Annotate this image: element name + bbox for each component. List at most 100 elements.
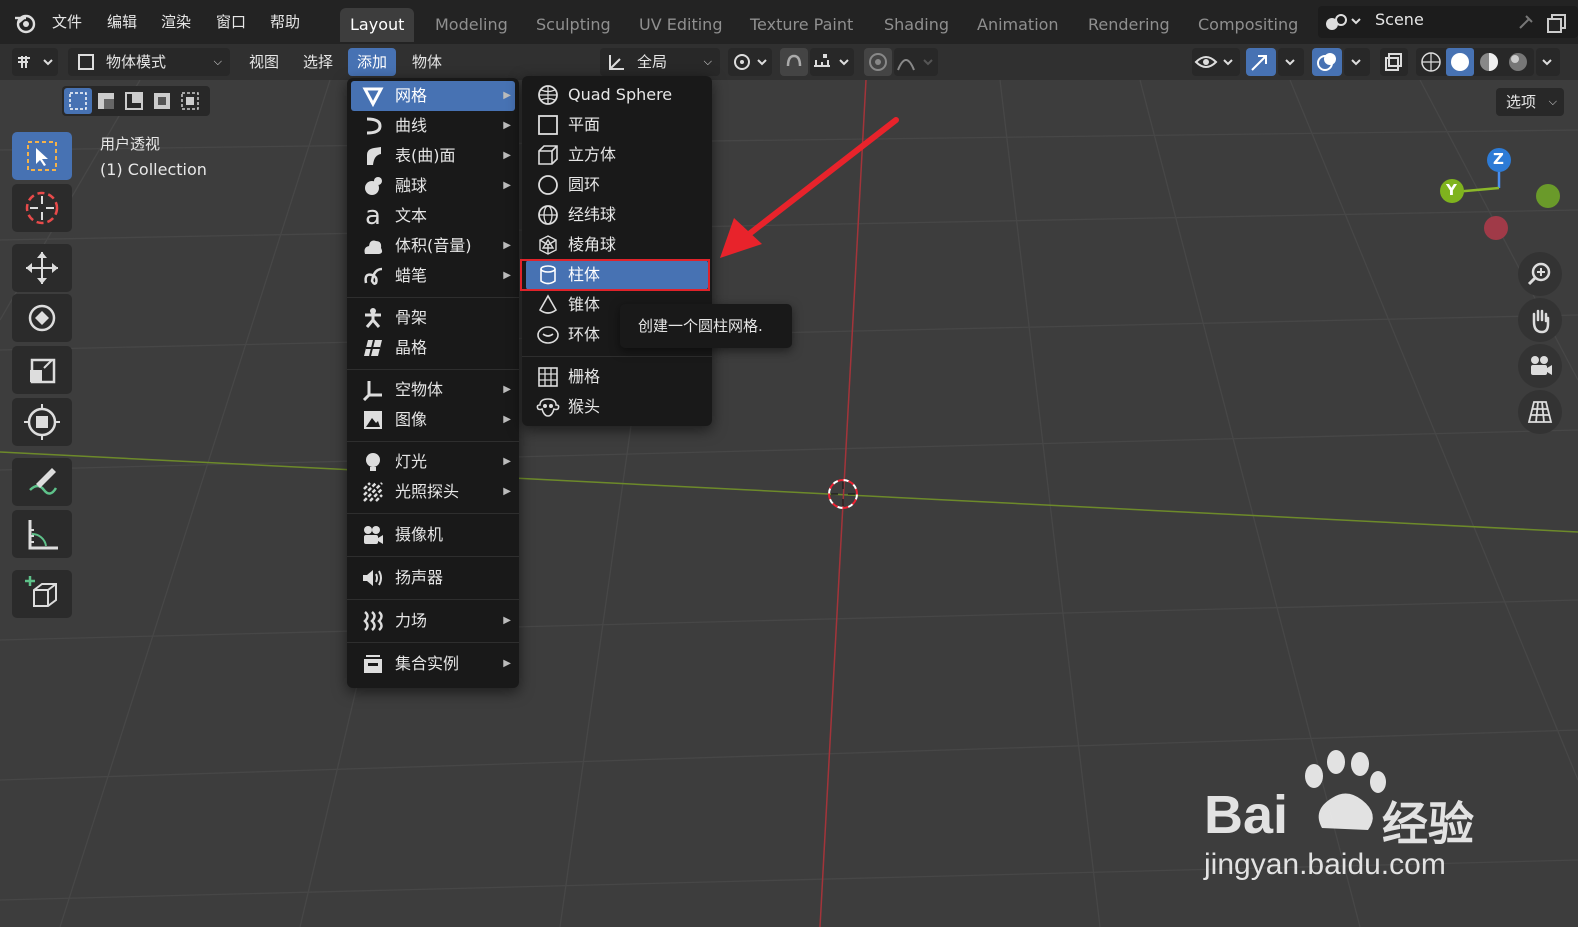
tab-modeling[interactable]: Modeling [425, 8, 518, 42]
scale-tool[interactable] [12, 346, 72, 394]
collection-name: (1) Collection [100, 160, 207, 179]
tab-rendering[interactable]: Rendering [1078, 8, 1180, 42]
pin-icon[interactable] [1516, 12, 1536, 32]
add-menu-item-empty[interactable]: 空物体 ▶ [351, 375, 515, 405]
measure-tool[interactable] [12, 510, 72, 558]
mesh-item-quad-sphere[interactable]: Quad Sphere [526, 80, 708, 110]
shading-mode-group[interactable] [1416, 48, 1534, 76]
proportional-falloff-dropdown[interactable] [894, 48, 938, 76]
shading-dropdown[interactable] [1536, 48, 1560, 76]
light-probe-icon [361, 481, 385, 503]
transform-orientation-dropdown[interactable]: 全局 ⌵ [600, 48, 720, 76]
add-menu-item-light[interactable]: 灯光 ▶ [351, 447, 515, 477]
add-menu-item-volume[interactable]: 体积(音量) ▶ [351, 231, 515, 261]
add-menu-item-collection-instance[interactable]: 集合实例 ▶ [351, 649, 515, 679]
grease-pencil-icon [361, 265, 385, 287]
mesh-item-cube[interactable]: 立方体 [526, 140, 708, 170]
menu-window[interactable]: 窗口 [216, 6, 246, 38]
grid-icon [536, 366, 560, 388]
transform-tool[interactable] [12, 398, 72, 446]
add-menu-item-image[interactable]: 图像 ▶ [351, 405, 515, 435]
tab-animation[interactable]: Animation [967, 8, 1069, 42]
scene-name[interactable]: Scene [1375, 10, 1424, 29]
menu-help[interactable]: 帮助 [270, 6, 300, 38]
tab-shading[interactable]: Shading [874, 8, 959, 42]
add-menu-item-camera[interactable]: 摄像机 [351, 520, 515, 550]
volume-icon [361, 235, 385, 257]
empty-icon [361, 379, 385, 401]
menu-select[interactable]: 选择 [294, 48, 342, 76]
camera-view-icon[interactable] [1518, 344, 1562, 388]
add-cube-tool[interactable] [12, 570, 72, 618]
3d-cursor[interactable] [826, 477, 860, 511]
visibility-dropdown[interactable] [1192, 48, 1240, 76]
tab-compositing[interactable]: Compositing [1188, 8, 1308, 42]
monkey-icon [536, 396, 560, 418]
add-menu-item-grease-pencil[interactable]: 蜡笔 ▶ [351, 261, 515, 291]
gizmo-dropdown[interactable] [1278, 48, 1304, 76]
snap-target-dropdown[interactable] [810, 48, 854, 76]
tab-sculpting[interactable]: Sculpting [526, 8, 621, 42]
add-menu-item-surface[interactable]: 表(曲)面 ▶ [351, 141, 515, 171]
chevron-down-icon: ⌵ [1548, 95, 1557, 108]
annotate-tool[interactable] [12, 458, 72, 506]
gizmo-toggle[interactable] [1246, 48, 1276, 76]
menu-file[interactable]: 文件 [52, 6, 82, 38]
new-scene-icon[interactable] [1546, 12, 1568, 34]
overlays-toggle[interactable] [1312, 48, 1342, 76]
image-icon [361, 409, 385, 431]
perspective-grid-icon[interactable] [1518, 390, 1562, 434]
xray-toggle[interactable] [1380, 48, 1408, 76]
mesh-item-plane[interactable]: 平面 [526, 110, 708, 140]
zoom-icon[interactable] [1518, 252, 1562, 296]
cursor-tool[interactable] [12, 184, 72, 232]
mesh-item-circle[interactable]: 圆环 [526, 170, 708, 200]
editor-type-button[interactable] [12, 48, 58, 76]
mode-dropdown[interactable]: 物体模式 ⌵ [68, 48, 230, 76]
armature-icon [361, 307, 385, 329]
snap-toggle[interactable] [780, 48, 808, 76]
add-menu-item-metaball[interactable]: 融球 ▶ [351, 171, 515, 201]
overlays-dropdown[interactable] [1344, 48, 1370, 76]
mesh-item-ico-sphere[interactable]: 棱角球 [526, 230, 708, 260]
navigation-gizmo[interactable]: Z Y [1432, 140, 1562, 240]
add-menu-item-speaker[interactable]: 扬声器 [351, 563, 515, 593]
mesh-item-monkey[interactable]: 猴头 [526, 392, 708, 422]
view-name: 用户透视 [100, 135, 161, 153]
proportional-edit-toggle[interactable] [864, 48, 892, 76]
surface-icon [361, 145, 385, 167]
mesh-item-uv-sphere[interactable]: 经纬球 [526, 200, 708, 230]
menu-view[interactable]: 视图 [240, 48, 288, 76]
move-tool[interactable] [12, 244, 72, 292]
pan-hand-icon[interactable] [1518, 298, 1562, 342]
options-dropdown[interactable]: 选项 ⌵ [1496, 88, 1564, 116]
menu-render[interactable]: 渲染 [161, 6, 191, 38]
add-menu-item-curve[interactable]: 曲线 ▶ [351, 111, 515, 141]
selection-mode-group[interactable] [62, 86, 210, 116]
add-menu-item-armature[interactable]: 骨架 [351, 303, 515, 333]
highlight-box [520, 259, 710, 291]
cube-icon [536, 144, 560, 166]
pivot-point-dropdown[interactable] [728, 48, 772, 76]
tooltip: 创建一个圆柱网格. [620, 304, 792, 348]
torus-icon [536, 324, 560, 346]
tab-uv-editing[interactable]: UV Editing [629, 8, 732, 42]
tab-layout[interactable]: Layout [340, 8, 415, 42]
select-box-tool[interactable] [12, 132, 72, 180]
menu-object[interactable]: 物体 [403, 48, 451, 76]
add-menu-item-lattice[interactable]: 晶格 [351, 333, 515, 363]
mesh-item-grid[interactable]: 栅格 [526, 362, 708, 392]
gizmo-z-label: Z [1493, 150, 1504, 168]
blender-logo-icon[interactable] [12, 10, 38, 36]
menu-edit[interactable]: 编辑 [107, 6, 137, 38]
rotate-tool[interactable] [12, 294, 72, 342]
tab-texture-paint[interactable]: Texture Paint [740, 8, 863, 42]
mesh-submenu: Quad Sphere 平面 立方体 圆环 经纬球 棱角球 柱体 锥体 环体 栅… [522, 76, 712, 426]
menu-add[interactable]: 添加 [348, 48, 397, 76]
scene-icon[interactable] [1324, 12, 1364, 32]
add-menu-item-mesh[interactable]: 网格 ▶ [351, 81, 515, 111]
add-menu-item-force-field[interactable]: 力场 ▶ [351, 606, 515, 636]
add-menu-item-light-probe[interactable]: 光照探头 ▶ [351, 477, 515, 507]
orientation-icon [606, 51, 628, 73]
add-menu-item-text[interactable]: a 文本 [351, 201, 515, 231]
